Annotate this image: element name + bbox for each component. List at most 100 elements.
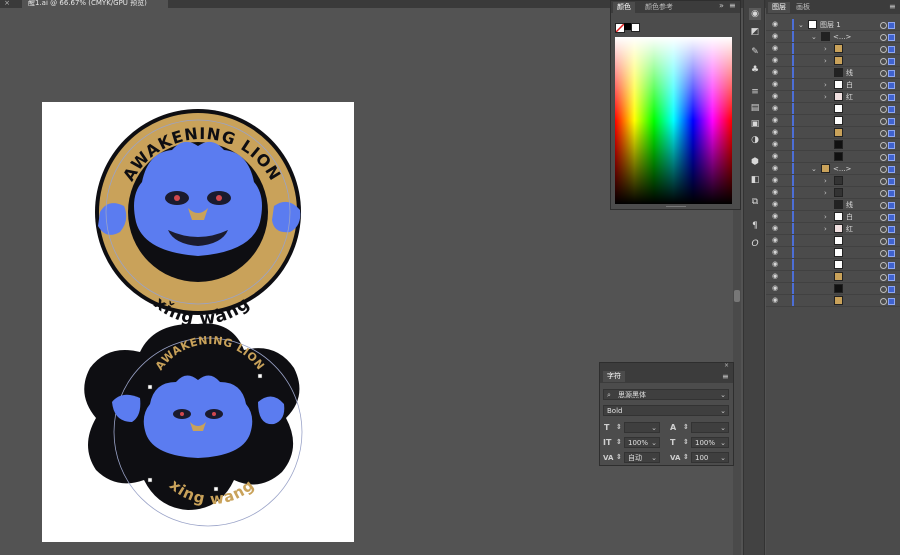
selection-square-icon[interactable] [888,262,895,269]
close-tab-icon[interactable]: × [0,0,14,8]
horizontal-scale-field[interactable]: 100% ⌄ [691,437,729,448]
vertical-scale-field[interactable]: 100% ⌄ [624,437,660,448]
stroke-icon[interactable]: ≡ [749,86,761,98]
selection-square-icon[interactable] [888,106,895,113]
visibility-eye-icon[interactable]: ◉ [772,69,780,76]
target-circle-icon[interactable] [880,34,887,41]
character-panel-grip[interactable]: × [600,363,733,370]
collapse-icon[interactable]: » [719,2,727,10]
tab-artboards[interactable]: 画板 [792,2,814,13]
target-circle-icon[interactable] [880,298,887,305]
visibility-eye-icon[interactable]: ◉ [772,45,780,52]
layer-row[interactable]: ◉ [766,247,900,259]
selection-square-icon[interactable] [888,226,895,233]
stepper-icon[interactable]: ⇕ [616,453,622,461]
chevron-right-icon[interactable]: › [824,44,827,54]
selection-square-icon[interactable] [888,286,895,293]
tab-color-guide[interactable]: 颜色参考 [641,2,677,13]
visibility-eye-icon[interactable]: ◉ [772,237,780,244]
target-circle-icon[interactable] [880,250,887,257]
target-circle-icon[interactable] [880,22,887,29]
layer-row[interactable]: ◉ › 白 [766,79,900,91]
font-style-dropdown[interactable]: Bold ⌄ [603,405,729,416]
tracking-field[interactable]: 100 ⌄ [691,452,729,463]
tab-character[interactable]: 字符 [603,371,625,382]
graphic-styles-icon[interactable]: ⬢ [749,156,761,168]
target-circle-icon[interactable] [880,94,887,101]
target-circle-icon[interactable] [880,190,887,197]
stepper-icon[interactable]: ⇕ [683,453,689,461]
selection-square-icon[interactable] [888,214,895,221]
stepper-icon[interactable]: ⇕ [683,423,689,431]
target-circle-icon[interactable] [880,238,887,245]
document-tab[interactable]: 醒1.ai @ 66.67% (CMYK/GPU 预览) [22,0,168,8]
leading-field[interactable]: ⌄ [691,422,729,433]
layer-row[interactable]: ◉ [766,139,900,151]
visibility-eye-icon[interactable]: ◉ [772,129,780,136]
target-circle-icon[interactable] [880,142,887,149]
selection-square-icon[interactable] [888,70,895,77]
visibility-eye-icon[interactable]: ◉ [772,165,780,172]
layer-row[interactable]: ◉ 线 [766,199,900,211]
selection-square-icon[interactable] [888,94,895,101]
layer-row[interactable]: ◉ [766,259,900,271]
appearance-icon[interactable]: ◑ [749,134,761,146]
visibility-eye-icon[interactable]: ◉ [772,189,780,196]
visibility-eye-icon[interactable]: ◉ [772,117,780,124]
chevron-down-icon[interactable]: ⌄ [798,20,804,30]
target-circle-icon[interactable] [880,202,887,209]
layer-row[interactable]: ◉ [766,151,900,163]
chevron-right-icon[interactable]: › [824,92,827,102]
white-swatch[interactable] [631,23,640,32]
character-menu-icon[interactable]: ≡ [722,373,730,381]
selection-square-icon[interactable] [888,154,895,161]
selection-square-icon[interactable] [888,238,895,245]
stepper-icon[interactable]: ⇕ [616,423,622,431]
layer-row[interactable]: ◉ › 红 [766,91,900,103]
visibility-eye-icon[interactable]: ◉ [772,261,780,268]
selection-square-icon[interactable] [888,118,895,125]
tab-color[interactable]: 颜色 [613,2,635,13]
visibility-eye-icon[interactable]: ◉ [772,297,780,304]
visibility-eye-icon[interactable]: ◉ [772,105,780,112]
kerning-field[interactable]: 自动 ⌄ [624,452,660,463]
scrollbar-thumb[interactable] [734,290,740,302]
close-panel-icon[interactable]: × [724,363,729,369]
selection-square-icon[interactable] [888,166,895,173]
layer-row[interactable]: ◉ ⌄ <...> [766,31,900,43]
selection-square-icon[interactable] [888,130,895,137]
visibility-eye-icon[interactable]: ◉ [772,225,780,232]
visibility-eye-icon[interactable]: ◉ [772,93,780,100]
font-family-dropdown[interactable]: ⌕ 思源黑体 ⌄ [603,389,729,400]
gradient-icon[interactable]: ▤ [749,102,761,114]
badge-flower[interactable]: AWAKENING LION xing wang [84,323,303,527]
artboards-icon[interactable]: ⧉ [749,196,761,208]
layer-row[interactable]: ◉ › [766,175,900,187]
layer-row[interactable]: ◉ › [766,55,900,67]
layer-row[interactable]: ◉ [766,115,900,127]
color-guide-icon[interactable]: ◩ [749,26,761,38]
target-circle-icon[interactable] [880,154,887,161]
selection-square-icon[interactable] [888,46,895,53]
selection-square-icon[interactable] [888,298,895,305]
visibility-eye-icon[interactable]: ◉ [772,141,780,148]
selection-square-icon[interactable] [888,22,895,29]
target-circle-icon[interactable] [880,274,887,281]
target-circle-icon[interactable] [880,178,887,185]
brushes-icon[interactable]: ✎ [749,46,761,58]
target-circle-icon[interactable] [880,106,887,113]
visibility-eye-icon[interactable]: ◉ [772,213,780,220]
stepper-icon[interactable]: ⇕ [616,438,622,446]
selection-square-icon[interactable] [888,250,895,257]
chevron-right-icon[interactable]: › [824,80,827,90]
visibility-eye-icon[interactable]: ◉ [772,57,780,64]
target-circle-icon[interactable] [880,166,887,173]
chevron-right-icon[interactable]: › [824,224,827,234]
layer-row[interactable]: ◉ › [766,187,900,199]
layer-row[interactable]: ◉ 线 [766,67,900,79]
panel-resize-handle[interactable] [666,206,686,210]
transparency-icon[interactable]: ▣ [749,118,761,130]
layer-row[interactable]: ◉ [766,235,900,247]
layer-row[interactable]: ◉ › [766,43,900,55]
paragraph-icon[interactable]: ¶ [749,220,761,232]
